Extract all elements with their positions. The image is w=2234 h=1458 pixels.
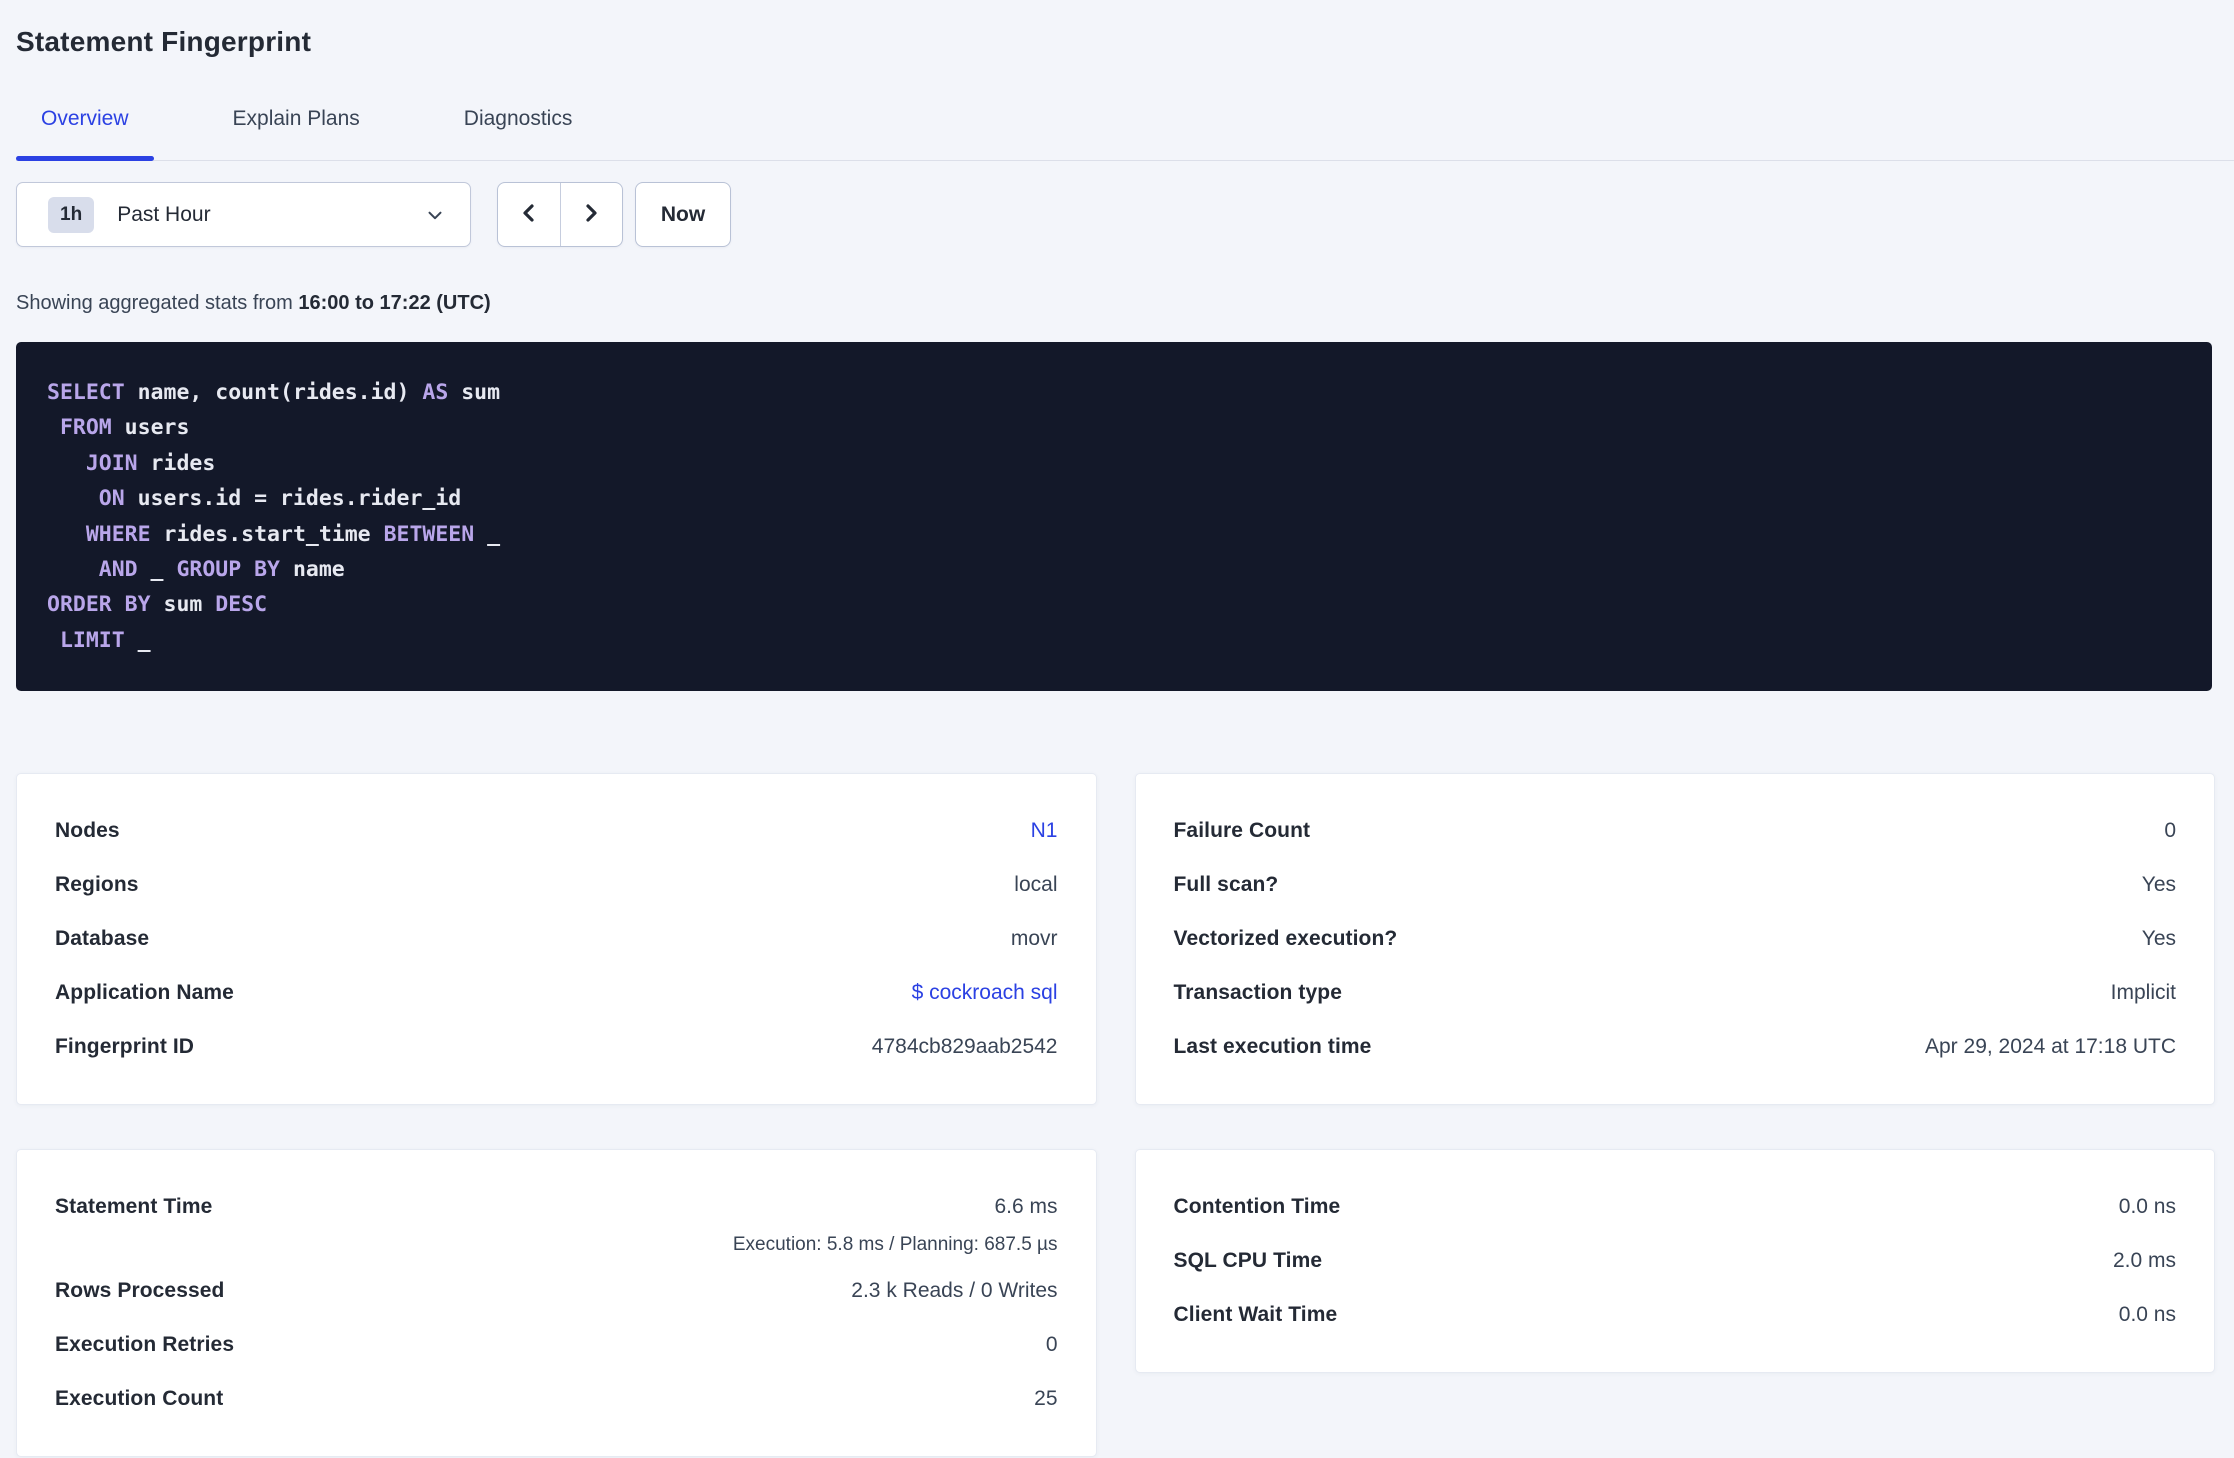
stat-row-regions: Regions local xyxy=(55,858,1058,912)
time-interval-badge: 1h xyxy=(48,196,95,233)
stat-value: 0.0 ns xyxy=(2118,1195,2176,1219)
stat-label: Contention Time xyxy=(1173,1195,1341,1219)
sql-statement-box: SELECT name, count(rides.id) AS sum FROM… xyxy=(16,342,2212,692)
sql-line: AND _ GROUP BY name xyxy=(47,557,345,583)
statement-fingerprint-page: Statement Fingerprint Overview Explain P… xyxy=(0,0,2234,1458)
stat-row-statement-time: Statement Time 6.6 ms xyxy=(55,1180,1058,1234)
stat-label: Execution Retries xyxy=(55,1333,235,1357)
stat-value: Yes xyxy=(2141,927,2176,951)
chevron-down-icon xyxy=(424,204,446,226)
sql-line: SELECT name, count(rides.id) AS sum xyxy=(47,380,501,405)
next-interval-button[interactable] xyxy=(561,183,623,246)
stat-label: Transaction type xyxy=(1173,981,1342,1005)
stat-row-vectorized-execution: Vectorized execution? Yes xyxy=(1174,912,2177,966)
tab-bar: Overview Explain Plans Diagnostics xyxy=(16,105,2234,161)
stat-label: Nodes xyxy=(55,819,120,843)
sql-line: FROM users xyxy=(47,415,190,441)
stat-value: Yes xyxy=(2141,873,2176,897)
stat-label: Client Wait Time xyxy=(1173,1303,1338,1327)
stat-row-rows-processed: Rows Processed 2.3 k Reads / 0 Writes xyxy=(55,1264,1058,1318)
sql-line: ORDER BY sum DESC xyxy=(47,592,268,618)
stat-label: SQL CPU Time xyxy=(1173,1249,1323,1273)
sql-line: WHERE rides.start_time BETWEEN _ xyxy=(47,521,501,547)
previous-interval-button[interactable] xyxy=(498,183,561,246)
stat-label: Vectorized execution? xyxy=(1173,927,1398,951)
wait-time-card: Contention Time 0.0 ns SQL CPU Time 2.0 … xyxy=(1134,1149,2215,1374)
stat-label: Rows Processed xyxy=(55,1279,225,1303)
stat-value: 2.3 k Reads / 0 Writes xyxy=(851,1279,1058,1303)
sql-line: LIMIT _ xyxy=(47,627,151,653)
stat-label: Last execution time xyxy=(1173,1035,1372,1059)
stat-label: Fingerprint ID xyxy=(55,1035,195,1059)
chevron-right-icon xyxy=(579,201,603,228)
statement-details-card: Nodes N1 Regions local Database movr App… xyxy=(16,773,1097,1106)
execution-attributes-card: Failure Count 0 Full scan? Yes Vectorize… xyxy=(1134,773,2215,1106)
stat-row-fingerprint-id: Fingerprint ID 4784cb829aab2542 xyxy=(55,1020,1058,1074)
stat-value: 0 xyxy=(1045,1333,1058,1357)
stat-value: movr xyxy=(1010,927,1058,951)
tab-explain-plans-label: Explain Plans xyxy=(232,107,360,130)
time-interval-nav xyxy=(497,182,623,247)
chevron-left-icon xyxy=(517,201,541,228)
stat-label: Regions xyxy=(55,873,139,897)
stat-value: local xyxy=(1014,873,1058,897)
stat-row-last-execution-time: Last execution time Apr 29, 2024 at 17:1… xyxy=(1174,1020,2177,1074)
sql-line: JOIN rides xyxy=(47,450,216,476)
stat-row-nodes: Nodes N1 xyxy=(55,804,1058,858)
timing-cards-row: Statement Time 6.6 ms Execution: 5.8 ms … xyxy=(16,1149,2215,1458)
stat-row-sql-cpu-time: SQL CPU Time 2.0 ms xyxy=(1174,1234,2177,1288)
stat-value: 0 xyxy=(2164,819,2176,843)
stat-row-failure-count: Failure Count 0 xyxy=(1174,804,2177,858)
stat-value: Implicit xyxy=(2110,981,2176,1005)
time-range-dropdown[interactable]: 1h Past Hour xyxy=(16,182,471,247)
tab-diagnostics-label: Diagnostics xyxy=(463,107,573,130)
stat-label: Statement Time xyxy=(55,1195,213,1219)
stat-label: Failure Count xyxy=(1173,819,1311,843)
statement-timing-card: Statement Time 6.6 ms Execution: 5.8 ms … xyxy=(16,1149,1097,1458)
time-range-label: Past Hour xyxy=(117,202,211,226)
tab-diagnostics[interactable]: Diagnostics xyxy=(439,105,598,160)
stat-label: Full scan? xyxy=(1173,873,1279,897)
stat-label: Execution Count xyxy=(55,1387,224,1411)
stat-row-full-scan: Full scan? Yes xyxy=(1174,858,2177,912)
stat-row-application-name: Application Name $ cockroach sql xyxy=(55,966,1058,1020)
stat-row-contention-time: Contention Time 0.0 ns xyxy=(1174,1180,2177,1234)
stats-summary-range: 16:00 to 17:22 (UTC) xyxy=(298,292,491,314)
time-controls: 1h Past Hour Now xyxy=(16,182,2234,247)
now-button[interactable]: Now xyxy=(635,182,731,247)
stat-row-execution-retries: Execution Retries 0 xyxy=(55,1318,1058,1372)
stat-row-transaction-type: Transaction type Implicit xyxy=(1174,966,2177,1020)
stat-label: Database xyxy=(55,927,150,951)
stat-value: 0.0 ns xyxy=(2118,1303,2176,1327)
tab-overview[interactable]: Overview xyxy=(16,105,154,161)
stat-value: 25 xyxy=(1034,1387,1058,1411)
application-name-link[interactable]: $ cockroach sql xyxy=(912,981,1058,1005)
stat-value: 2.0 ms xyxy=(2112,1249,2176,1273)
nodes-link[interactable]: N1 xyxy=(1031,819,1058,843)
stat-label: Application Name xyxy=(55,981,234,1005)
stat-row-database: Database movr xyxy=(55,912,1058,966)
tab-explain-plans[interactable]: Explain Plans xyxy=(208,105,385,160)
sql-line: ON users.id = rides.rider_id xyxy=(47,486,462,512)
stat-row-execution-count: Execution Count 25 xyxy=(55,1372,1058,1426)
tab-overview-label: Overview xyxy=(41,107,129,130)
page-title: Statement Fingerprint xyxy=(16,26,312,57)
stat-value: 4784cb829aab2542 xyxy=(871,1035,1058,1059)
details-cards-row: Nodes N1 Regions local Database movr App… xyxy=(16,773,2215,1106)
stat-value: 6.6 ms xyxy=(994,1195,1058,1219)
stats-summary-prefix: Showing aggregated stats from xyxy=(16,292,299,314)
stat-row-client-wait-time: Client Wait Time 0.0 ns xyxy=(1174,1288,2177,1342)
stat-value: Apr 29, 2024 at 17:18 UTC xyxy=(1925,1035,2176,1059)
statement-time-breakdown: Execution: 5.8 ms / Planning: 687.5 µs xyxy=(732,1234,1058,1256)
aggregated-stats-summary: Showing aggregated stats from 16:00 to 1… xyxy=(16,289,2234,317)
